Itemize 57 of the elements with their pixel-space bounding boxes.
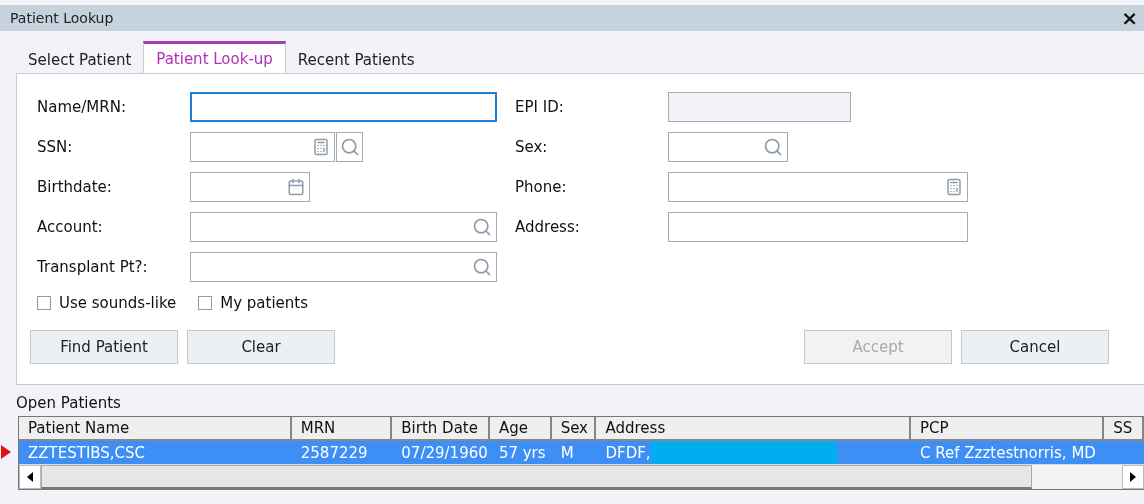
scroll-right-icon[interactable] (1130, 472, 1136, 482)
column-header[interactable]: SS (1104, 417, 1144, 441)
action-button[interactable]: Find Patient (30, 330, 178, 364)
checkbox-label: Use sounds-like (59, 294, 177, 312)
input-field[interactable] (190, 132, 335, 162)
section-title: Open Patients (16, 394, 122, 412)
checkbox[interactable] (37, 296, 51, 310)
field-label: Address: (515, 218, 581, 236)
field-label: Transplant Pt?: (37, 258, 149, 276)
column-header[interactable]: Patient Name (19, 417, 292, 441)
calculator-icon[interactable] (312, 138, 330, 156)
tab[interactable]: Recent Patients (285, 46, 427, 73)
table-cell: 07/29/1960 (401, 443, 488, 462)
action-button[interactable]: Cancel (961, 330, 1109, 364)
field-label: Birthdate: (37, 178, 113, 196)
tab[interactable]: Select Patient (16, 46, 144, 73)
scroll-left-icon[interactable] (27, 472, 33, 482)
window-title: Patient Lookup (10, 10, 114, 26)
column-header[interactable]: Age (489, 417, 552, 441)
field-label: Phone: (515, 178, 568, 196)
column-header[interactable]: Address (596, 417, 911, 441)
close-button[interactable]: × (1119, 8, 1140, 28)
table-cell: ZZTESTIBS,CSC (28, 443, 146, 462)
table-cell: DFDF, (605, 443, 651, 462)
input-field[interactable] (668, 212, 968, 242)
tab[interactable]: Patient Look-up (143, 41, 286, 73)
field-label: Account: (37, 218, 104, 236)
calendar-icon[interactable] (287, 178, 305, 196)
input-field[interactable] (190, 252, 497, 282)
table-cell: 57 yrs (498, 443, 546, 462)
field-label: SSN: (37, 138, 74, 156)
field-label: Name/MRN: (37, 98, 127, 116)
scrollbar-thumb[interactable] (41, 465, 1032, 489)
row-pointer-icon (1, 445, 11, 459)
input-field[interactable] (190, 212, 497, 242)
table-cell: C Ref Zzztestnorris, MD (920, 443, 1096, 462)
search-icon[interactable] (763, 137, 783, 157)
column-header[interactable]: MRN (291, 417, 393, 441)
field-label: EPI ID: (515, 98, 565, 116)
input-field[interactable] (190, 172, 310, 202)
action-button[interactable]: Clear (187, 330, 335, 364)
input-field[interactable] (668, 172, 968, 202)
input-field[interactable] (190, 92, 497, 122)
field-label: Sex: (515, 138, 549, 156)
table-cell: M (560, 443, 574, 462)
table-cell: 2587229 (300, 443, 368, 462)
search-button[interactable] (336, 132, 363, 162)
checkbox[interactable] (198, 296, 213, 310)
horizontal-scrollbar[interactable] (19, 464, 1144, 489)
search-icon[interactable] (472, 217, 492, 237)
column-header[interactable]: Birth Date (392, 417, 490, 441)
column-header[interactable]: Sex (551, 417, 597, 441)
calculator-icon[interactable] (945, 178, 963, 196)
search-icon[interactable] (472, 257, 492, 277)
input-field[interactable] (668, 132, 788, 162)
checkbox-label: My patients (220, 294, 309, 312)
column-header[interactable]: PCP (911, 417, 1105, 441)
